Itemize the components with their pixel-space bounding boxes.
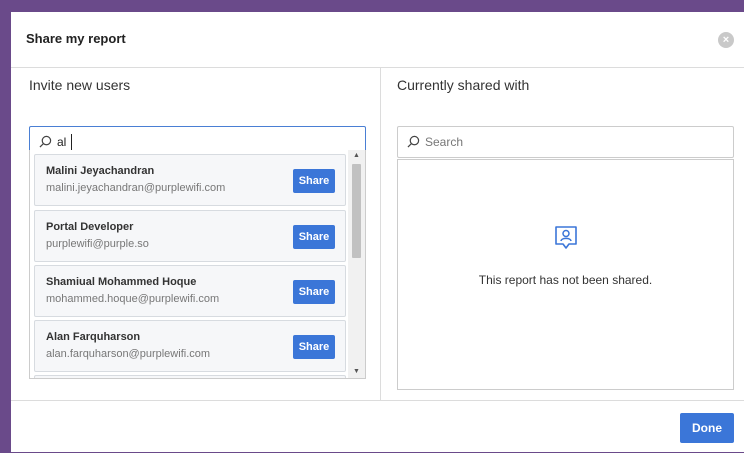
user-name: Malini Jeyachandran [46,165,155,177]
modal-footer: Done [11,400,744,453]
shared-search-input[interactable]: Search [397,126,734,158]
user-email: alan.farquharson@purplewifi.com [46,348,211,360]
scroll-thumb[interactable] [352,164,361,258]
invite-pane: Invite new users al Malini Jeyachandran … [11,68,381,400]
user-name: Alan Farquharson [46,331,141,343]
user-badge-icon [555,226,577,249]
user-name: Portal Developer [46,221,134,233]
close-icon[interactable]: × [718,32,734,48]
user-email: malini.jeyachandran@purplewifi.com [46,182,226,194]
modal-header: Share my report × [11,12,744,68]
search-icon [39,135,52,148]
user-email: purplewifi@purple.so [46,238,149,250]
shared-pane: Currently shared with Search This report… [381,68,744,400]
list-item [34,375,346,378]
share-button[interactable]: Share [293,225,335,249]
user-results-list[interactable]: Malini Jeyachandran malini.jeyachandran@… [29,150,366,379]
done-button[interactable]: Done [680,413,734,443]
user-email: mohammed.hoque@purplewifi.com [46,293,220,305]
list-item: Shamiual Mohammed Hoque mohammed.hoque@p… [34,265,346,317]
list-item: Malini Jeyachandran malini.jeyachandran@… [34,154,346,206]
list-item: Portal Developer purplewifi@purple.so Sh… [34,210,346,262]
scroll-down-icon[interactable]: ▼ [348,366,365,378]
scroll-up-icon[interactable]: ▲ [348,150,365,162]
share-button[interactable]: Share [293,169,335,193]
invite-heading: Invite new users [29,77,131,93]
modal-title: Share my report [26,31,126,46]
text-caret [71,134,72,150]
search-icon [407,135,420,148]
user-name: Shamiual Mohammed Hoque [46,276,197,288]
empty-state-message: This report has not been shared. [478,273,653,287]
share-button[interactable]: Share [293,335,335,359]
results-scrollbar[interactable]: ▲ ▼ [348,150,365,378]
share-report-modal: Share my report × Invite new users al Ma… [11,12,744,452]
shared-users-panel: This report has not been shared. [397,159,734,390]
shared-heading: Currently shared with [397,77,530,93]
share-button[interactable]: Share [293,280,335,304]
invite-search-value: al [57,135,67,149]
shared-search-placeholder: Search [425,135,464,149]
list-item: Alan Farquharson alan.farquharson@purple… [34,320,346,372]
